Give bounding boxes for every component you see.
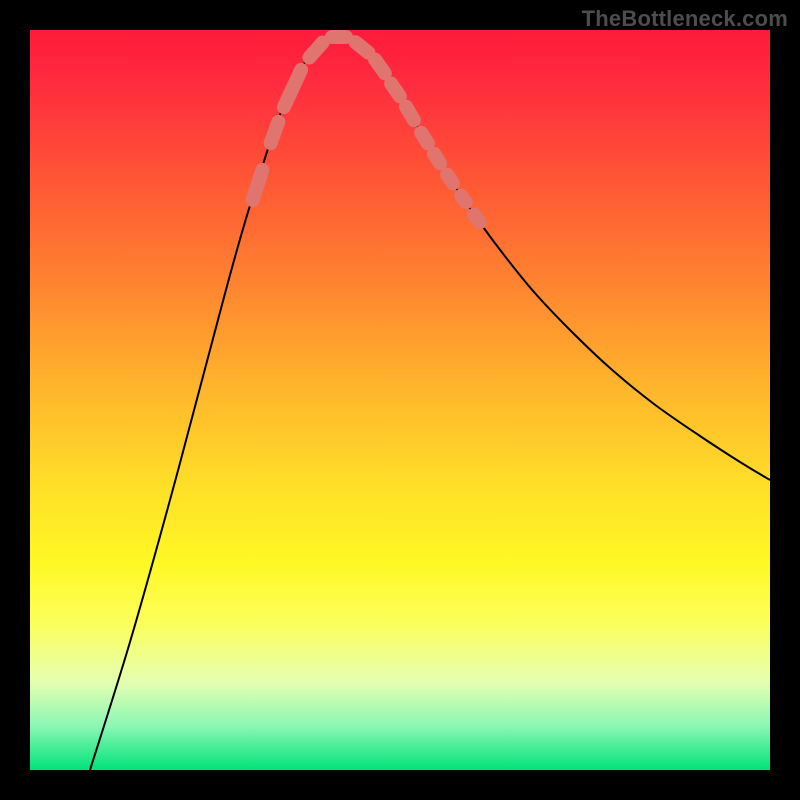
highlight-marker <box>275 61 311 117</box>
highlight-marker <box>244 161 271 209</box>
watermark-text: TheBottleneck.com <box>582 6 788 32</box>
chart-svg <box>30 30 770 770</box>
highlight-marker <box>262 113 288 152</box>
highlight-markers <box>244 30 490 232</box>
chart-area <box>30 30 770 770</box>
